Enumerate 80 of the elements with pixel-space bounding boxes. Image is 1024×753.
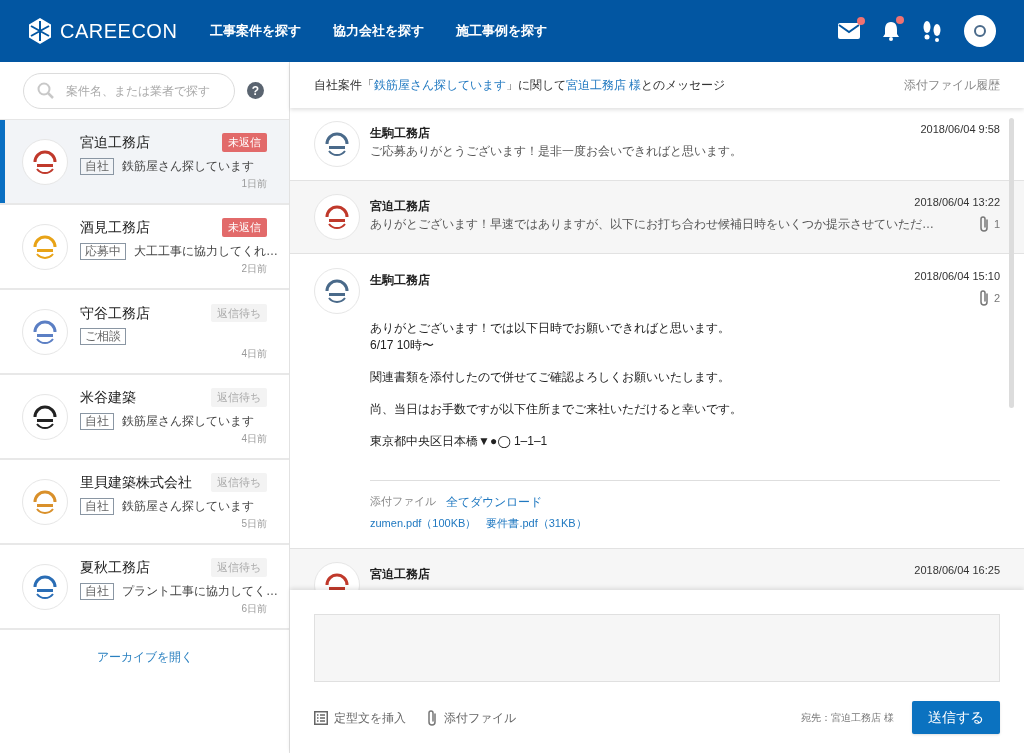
category-tag: 自社 xyxy=(80,497,114,515)
file-link[interactable]: zumen.pdf（100KB） xyxy=(370,515,477,532)
project-title: 大工工事に協力してくれ… xyxy=(134,243,278,260)
bell-icon[interactable] xyxy=(882,21,900,41)
category-tag: 自社 xyxy=(80,412,114,430)
category-tag: ご相談 xyxy=(80,327,126,345)
company-name: 酒見工務店 xyxy=(80,218,150,237)
category-tag: 自社 xyxy=(80,157,114,175)
message-text: 東京都中央区日本橋▼●◯ 1–1–1 xyxy=(370,433,549,450)
elapsed-time: 6日前 xyxy=(241,602,267,616)
project-title: 鉄筋屋さん探しています xyxy=(122,413,254,430)
sender-name: 生駒工務店 xyxy=(370,272,430,289)
attachment-history-link[interactable]: 添付ファイル履歴 xyxy=(904,76,1000,94)
footprints-icon[interactable] xyxy=(922,20,942,42)
company-name: 里貝建築株式会社 xyxy=(80,473,192,492)
elapsed-time: 2日前 xyxy=(241,262,267,276)
paperclip-icon xyxy=(977,215,990,233)
brand-name: CAREECON xyxy=(60,19,178,44)
list-icon xyxy=(314,710,328,725)
elapsed-time: 4日前 xyxy=(241,432,267,446)
partner-link[interactable]: 宮迫工務店 様 xyxy=(566,78,642,92)
status-badge: 返信待ち xyxy=(211,558,267,577)
elapsed-time: 1日前 xyxy=(241,177,267,191)
nav-link[interactable]: 施工事例を探す xyxy=(456,21,547,41)
elapsed-time: 5日前 xyxy=(241,517,267,531)
category-tag: 応募中 xyxy=(80,242,126,260)
thread-subject: 自社案件「鉄筋屋さん探しています」に関して宮迫工務店 様 とのメッセージ xyxy=(314,77,726,94)
message-text: 関連書類を添付したので併せてご確認よろしくお願いいたします。 xyxy=(370,369,731,386)
message-preview: ありがとございます！早速ではありますが、以下にお打ち合わせ候補日時をいくつか提示させていただ… xyxy=(370,216,934,233)
sender-name: 生駒工務店 xyxy=(370,125,430,142)
company-name: 米谷建築 xyxy=(80,388,136,407)
status-badge: 返信待ち xyxy=(211,473,267,492)
user-avatar[interactable] xyxy=(964,15,996,47)
message-time: 2018/06/04 16:25 xyxy=(914,562,1000,578)
message-time: 2018/06/04 9:58 xyxy=(920,122,1000,137)
message-preview: ご応募ありがとうございます！是非一度お会いできればと思います。 xyxy=(370,143,742,160)
message-input[interactable] xyxy=(314,614,1000,682)
status-badge: 未返信 xyxy=(222,133,267,152)
paperclip-icon xyxy=(977,289,990,307)
elapsed-time: 4日前 xyxy=(241,346,267,361)
message[interactable]: 宮迫工務店 2018/06/04 13:22 ありがとございます！早速ではありますが、以下にお打ち合わせ候補日時をいくつか提示させていただ… 1 xyxy=(290,181,1024,254)
project-title: 鉄筋屋さん探しています xyxy=(122,498,254,515)
project-title: プラント工事に協力してく… xyxy=(122,583,278,600)
conversation-item[interactable]: 宮迫工務店 未返信 自社 鉄筋屋さん探しています 1日前 xyxy=(0,120,289,205)
nav-link[interactable]: 協力会社を探す xyxy=(333,21,424,41)
company-name: 夏秋工務店 xyxy=(80,558,150,577)
attachment-count: 1 xyxy=(993,216,1000,232)
message-text: 尚、当日はお手数ですが以下住所までご来社いただけると幸いです。 xyxy=(370,401,743,418)
archive-link[interactable]: アーカイブを開く xyxy=(96,648,193,666)
attachments-label: 添付ファイル xyxy=(370,494,436,509)
mail-icon[interactable] xyxy=(838,23,860,39)
scrollbar[interactable] xyxy=(1009,118,1014,408)
attach-file-button[interactable]: 添付ファイル xyxy=(426,708,516,727)
insert-template-button[interactable]: 定型文を挿入 xyxy=(314,708,406,727)
company-name: 宮迫工務店 xyxy=(80,133,150,152)
file-link[interactable]: 要件書.pdf（31KB） xyxy=(486,515,587,532)
sender-name: 宮迫工務店 xyxy=(370,565,430,583)
message[interactable]: 宮迫工務店 2018/06/04 16:25 xyxy=(290,548,1024,590)
message-time: 2018/06/04 13:22 xyxy=(914,195,1000,210)
help-icon[interactable]: ? xyxy=(247,82,264,99)
message-time: 2018/06/04 15:10 xyxy=(914,269,1000,284)
recipient-label: 宛先：宮迫工務店 様 xyxy=(801,711,894,725)
logo-icon xyxy=(28,18,52,44)
search-icon xyxy=(37,81,55,100)
message-text: ありがとございます！では以下日時でお願いできればと思います。 xyxy=(370,320,731,337)
status-badge: 返信待ち xyxy=(211,388,267,407)
status-badge: 未返信 xyxy=(222,218,267,237)
category-tag: 自社 xyxy=(80,582,114,600)
project-title: 鉄筋屋さん探しています xyxy=(122,158,254,175)
sender-name: 宮迫工務店 xyxy=(370,198,430,215)
message-text: 6/17 10時〜 xyxy=(370,337,436,354)
status-badge: 返信待ち xyxy=(211,303,267,323)
send-button[interactable]: 送信する xyxy=(912,701,1000,734)
search-field[interactable]: 案件名、または業者で探す xyxy=(23,72,235,109)
download-all-link[interactable]: 全てダウンロード xyxy=(446,493,542,511)
attachment-count: 2 xyxy=(993,290,1000,306)
project-link[interactable]: 鉄筋屋さん探しています xyxy=(374,78,506,92)
company-name: 守谷工務店 xyxy=(80,303,150,323)
paperclip-icon xyxy=(426,708,438,727)
nav-link[interactable]: 工事案件を探す xyxy=(210,21,301,41)
